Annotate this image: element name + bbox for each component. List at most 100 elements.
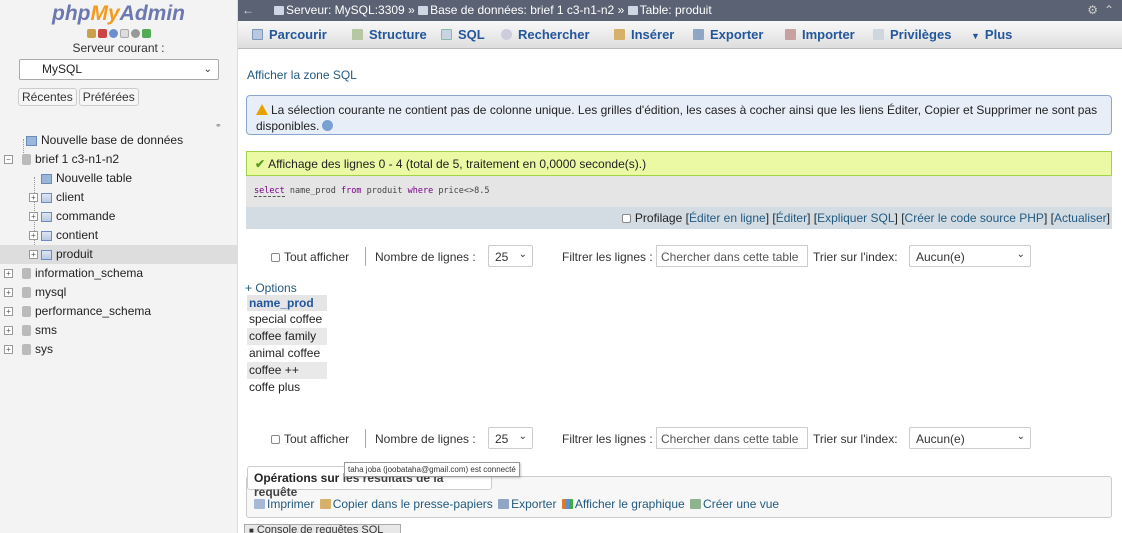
expand-icon[interactable]: + [4,326,13,335]
expand-icon[interactable]: + [29,193,38,202]
edit-inline-link[interactable]: Éditer en ligne [689,211,766,225]
breadcrumb-server[interactable]: Serveur: MySQL:3309 [286,3,405,17]
help-icon[interactable] [108,29,118,39]
expand-icon[interactable]: + [29,212,38,221]
phpmyadmin-logo[interactable]: phpMyAdmin [0,0,237,26]
show-all-checkbox[interactable] [271,435,280,444]
link-icon[interactable]: ⚭ [215,121,222,130]
tree-new-table[interactable]: Nouvelle table [0,169,238,188]
server-select[interactable]: MySQL ⌄ [19,59,219,80]
tab-insert[interactable]: Insérer [614,27,674,42]
collapse-icon[interactable]: ⌃ [1104,0,1114,21]
tab-recent[interactable]: Récentes [18,88,77,106]
show-all-label: Tout afficher [284,432,350,446]
expand-icon[interactable]: + [4,288,13,297]
tree-new-database[interactable]: Nouvelle base de données [0,131,238,150]
rows-per-page-value: 25 [495,250,509,264]
reload-icon[interactable] [141,29,151,39]
tree-db-sys[interactable]: + sys [0,340,238,359]
filter-rows-placeholder: Chercher dans cette table [661,250,799,264]
tab-export[interactable]: Exporter [693,27,763,42]
copy-clipboard-link[interactable]: Copier dans le presse-papiers [333,497,493,511]
filter-rows-input[interactable]: Chercher dans cette table [656,427,808,449]
tab-structure[interactable]: Structure [352,27,427,42]
breadcrumb-table[interactable]: Table: produit [640,3,712,17]
tree-db-label: information_schema [35,266,144,280]
tree-db-sms[interactable]: + sms [0,321,238,340]
logout-icon[interactable] [97,29,107,39]
table-icon [41,192,52,203]
sql-console-tab[interactable]: ■ Console de requêtes SQL [244,524,401,533]
tab-browse-label: Parcourir [269,27,327,42]
expand-icon[interactable]: + [4,345,13,354]
gear-icon[interactable]: ⚙ [1087,0,1098,21]
expand-icon[interactable]: + [29,250,38,259]
tree-table-produit[interactable]: + produit [0,245,238,264]
refresh-link[interactable]: Actualiser [1054,211,1107,225]
chevron-down-icon: ⌄ [518,431,527,442]
show-all-label: Tout afficher [284,250,350,264]
database-icon [22,154,31,166]
browse-icon [252,29,263,40]
tab-privileges[interactable]: Privilèges [873,27,951,42]
show-sql-area-link[interactable]: Afficher la zone SQL [247,68,357,82]
sort-index-select[interactable]: Aucun(e) ⌄ [909,245,1031,267]
sql-keyword[interactable]: select [254,186,285,197]
import-icon [785,29,796,40]
search-icon [501,29,512,40]
collapse-icon[interactable]: − [4,155,13,164]
expand-icon[interactable]: + [4,307,13,316]
tab-favorites[interactable]: Préférées [78,88,139,106]
filter-rows-placeholder: Chercher dans cette table [661,432,799,446]
tab-more[interactable]: ▼ Plus [971,27,1012,42]
create-view-link[interactable]: Créer une vue [703,497,779,511]
print-link[interactable]: Imprimer [267,497,314,511]
edit-link[interactable]: Éditer [776,211,807,225]
create-php-code-link[interactable]: Créer le code source PHP [905,211,1044,225]
options-link[interactable]: + Options [245,281,297,295]
breadcrumb-database[interactable]: Base de données: brief 1 c3-n1-n2 [430,3,614,17]
tree-new-database-label: Nouvelle base de données [41,133,184,147]
filter-rows-input[interactable]: Chercher dans cette table [656,245,808,267]
pagination-bar-bottom: Tout afficher Nombre de lignes : 25 ⌄ Fil… [238,427,1118,451]
tab-search[interactable]: Rechercher [501,27,590,42]
tree-table-label: client [56,190,85,204]
show-all-toggle[interactable]: Tout afficher [271,250,349,264]
tree-table-label: contient [56,228,99,242]
settings-icon[interactable] [130,29,140,39]
tab-sql[interactable]: SQL [441,27,485,42]
expand-icon[interactable]: + [29,231,38,240]
column-header[interactable]: name_prod [247,295,327,311]
server-icon [274,6,284,16]
filter-rows-label: Filtrer les lignes : [562,432,653,446]
new-table-icon [41,173,52,184]
executed-query: select name_prod from produit where pric… [246,176,1112,207]
tree-db-performance-schema[interactable]: + performance_schema [0,302,238,321]
export-link[interactable]: Exporter [511,497,556,511]
chevron-down-icon: ⌄ [1016,431,1025,442]
tree-table-contient[interactable]: + contient [0,226,238,245]
tree-table-client[interactable]: + client [0,188,238,207]
tab-insert-label: Insérer [631,27,675,42]
back-arrow-icon[interactable]: ← [242,0,254,21]
rows-per-page-select[interactable]: 25 ⌄ [488,427,533,449]
tab-import[interactable]: Importer [785,27,855,42]
tree-table-commande[interactable]: + commande [0,207,238,226]
rows-per-page-select[interactable]: 25 ⌄ [488,245,533,267]
sort-index-select[interactable]: Aucun(e) ⌄ [909,427,1031,449]
tree-db-mysql[interactable]: + mysql [0,283,238,302]
home-icon[interactable] [86,29,96,39]
help-icon[interactable] [322,120,334,131]
tree-db-information-schema[interactable]: + information_schema [0,264,238,283]
sql-keyword: from [341,186,362,196]
success-text: Affichage des lignes 0 - 4 (total de 5, … [268,157,647,171]
tree-db-brief[interactable]: − brief 1 c3-n1-n2 [0,150,238,169]
explain-sql-link[interactable]: Expliquer SQL [817,211,894,225]
docs-icon[interactable] [119,29,129,39]
profiling-checkbox[interactable] [621,214,631,223]
show-all-checkbox[interactable] [271,253,280,262]
expand-icon[interactable]: + [4,269,13,278]
tab-browse[interactable]: Parcourir [252,27,327,42]
show-all-toggle[interactable]: Tout afficher [271,432,349,446]
show-chart-link[interactable]: Afficher le graphique [575,497,685,511]
